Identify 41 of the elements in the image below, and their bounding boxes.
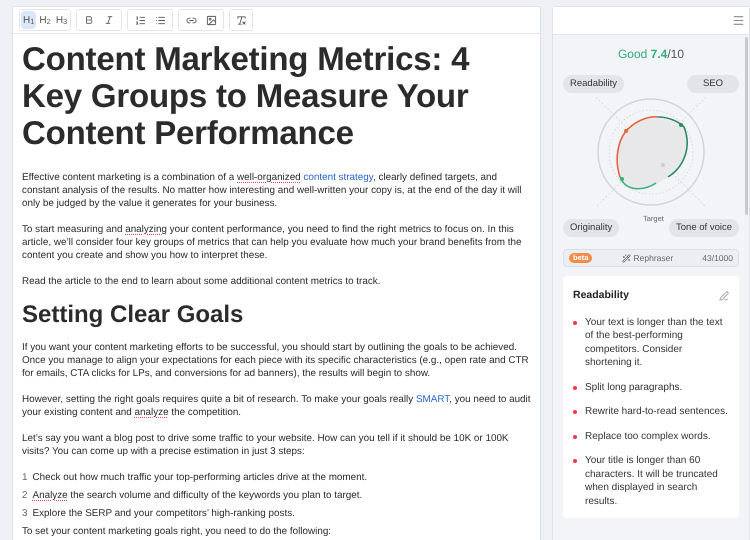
text-link[interactable]: content strategy bbox=[303, 172, 373, 183]
rephraser-label: Rephraser bbox=[634, 252, 674, 264]
paragraph: Let’s say you want a blog post to drive some traffic to your website. How can you tell if it should be 10K or 100K visits? You can come up with a precise estimation in just 3 steps: bbox=[22, 432, 510, 458]
heading-button[interactable]: H$_{2}$ bbox=[37, 11, 53, 29]
list-item-text: Explore the SERP and your competitors’ high-ranking posts. bbox=[32, 507, 295, 520]
pencil-icon[interactable] bbox=[719, 290, 729, 301]
heading-button[interactable]: H$_{3}$ bbox=[54, 11, 70, 29]
list-number: 3 bbox=[22, 507, 28, 520]
paragraph: However, setting the right goals requires quite a bit of research. To make your goals really SMART, you need to audit your existing content and analyze the competition. bbox=[22, 393, 531, 419]
bold-icon bbox=[84, 15, 94, 25]
image-icon bbox=[206, 14, 217, 26]
paragraph: Effective content marketing is a combination of a well-organized content strategy, clearly defined targets, and constant analysis of the results. No matter how interesting and well-written your copy is, at the end of the day it will only be judged by the value it generates for your business. bbox=[22, 171, 522, 210]
suggestion-text: Split long paragraphs. bbox=[585, 380, 682, 394]
card-title: Readability bbox=[573, 288, 630, 303]
section-heading: Setting Clear Goals bbox=[22, 301, 244, 329]
paragraph: To start measuring and analyzing your content performance, you need to find the right metrics to focus on. In this article, we’ll consider four key groups of metrics that can help you evaluate how much your brand benefits from the content you create and show you how to interpret these. bbox=[22, 223, 522, 262]
rephraser-count: 43/1000 bbox=[702, 252, 733, 264]
magic-wand-icon bbox=[622, 254, 630, 262]
paragraph: Read the article to the end to learn about some additional content metrics to track. bbox=[22, 275, 382, 288]
suggestion-text: Rewrite hard-to-read sentences. bbox=[585, 405, 728, 419]
menu-icon[interactable] bbox=[732, 14, 745, 27]
paragraph: To set your content marketing goals right, you need to do the following: bbox=[22, 525, 332, 538]
paragraph: If you want your content marketing efforts to be successful, you should start by outlining the goals to be achieved. Once you manage to align your expectations for each piece with its specific characteristics (e.g., open rate and CTR for emails, CTA clicks for LPs, and conversions for ad banners), the results will begin to show. bbox=[22, 341, 530, 380]
radar-axis-label: SEO bbox=[687, 75, 739, 94]
heading-button[interactable]: H$_{1}$ bbox=[21, 11, 36, 29]
list-number: 2 bbox=[22, 489, 28, 502]
suggestion-text: Your text is longer than the text of the best-performing competitors. Consider shortening it. bbox=[585, 316, 724, 370]
italic-icon bbox=[104, 15, 114, 25]
score-text: Good 7.4/10 bbox=[616, 46, 686, 63]
suggestion-text: Replace too complex words. bbox=[585, 430, 711, 444]
list-item-text: Analyze the search volume and difficulty of the keywords you plan to target. bbox=[32, 489, 362, 502]
numbered-list-icon bbox=[134, 14, 146, 26]
list-number: 1 bbox=[22, 471, 28, 484]
radar-axis-label: Tone of voice bbox=[669, 218, 739, 237]
suggestion-text: Your title is longer than 60 characters. It will be truncated when displayed in search results. bbox=[585, 454, 719, 508]
list-item-text: Check out how much traffic your top-performing articles drive at the moment. bbox=[32, 471, 368, 484]
article-title: Content Marketing Metrics: 4 Key Groups to Measure Your Content Performance bbox=[22, 40, 470, 151]
radar-axis-label: Originality bbox=[563, 218, 620, 237]
radar-axis-label: Readability bbox=[563, 75, 624, 94]
clear-format-icon bbox=[236, 14, 247, 26]
text-link[interactable]: SMART bbox=[416, 394, 450, 405]
